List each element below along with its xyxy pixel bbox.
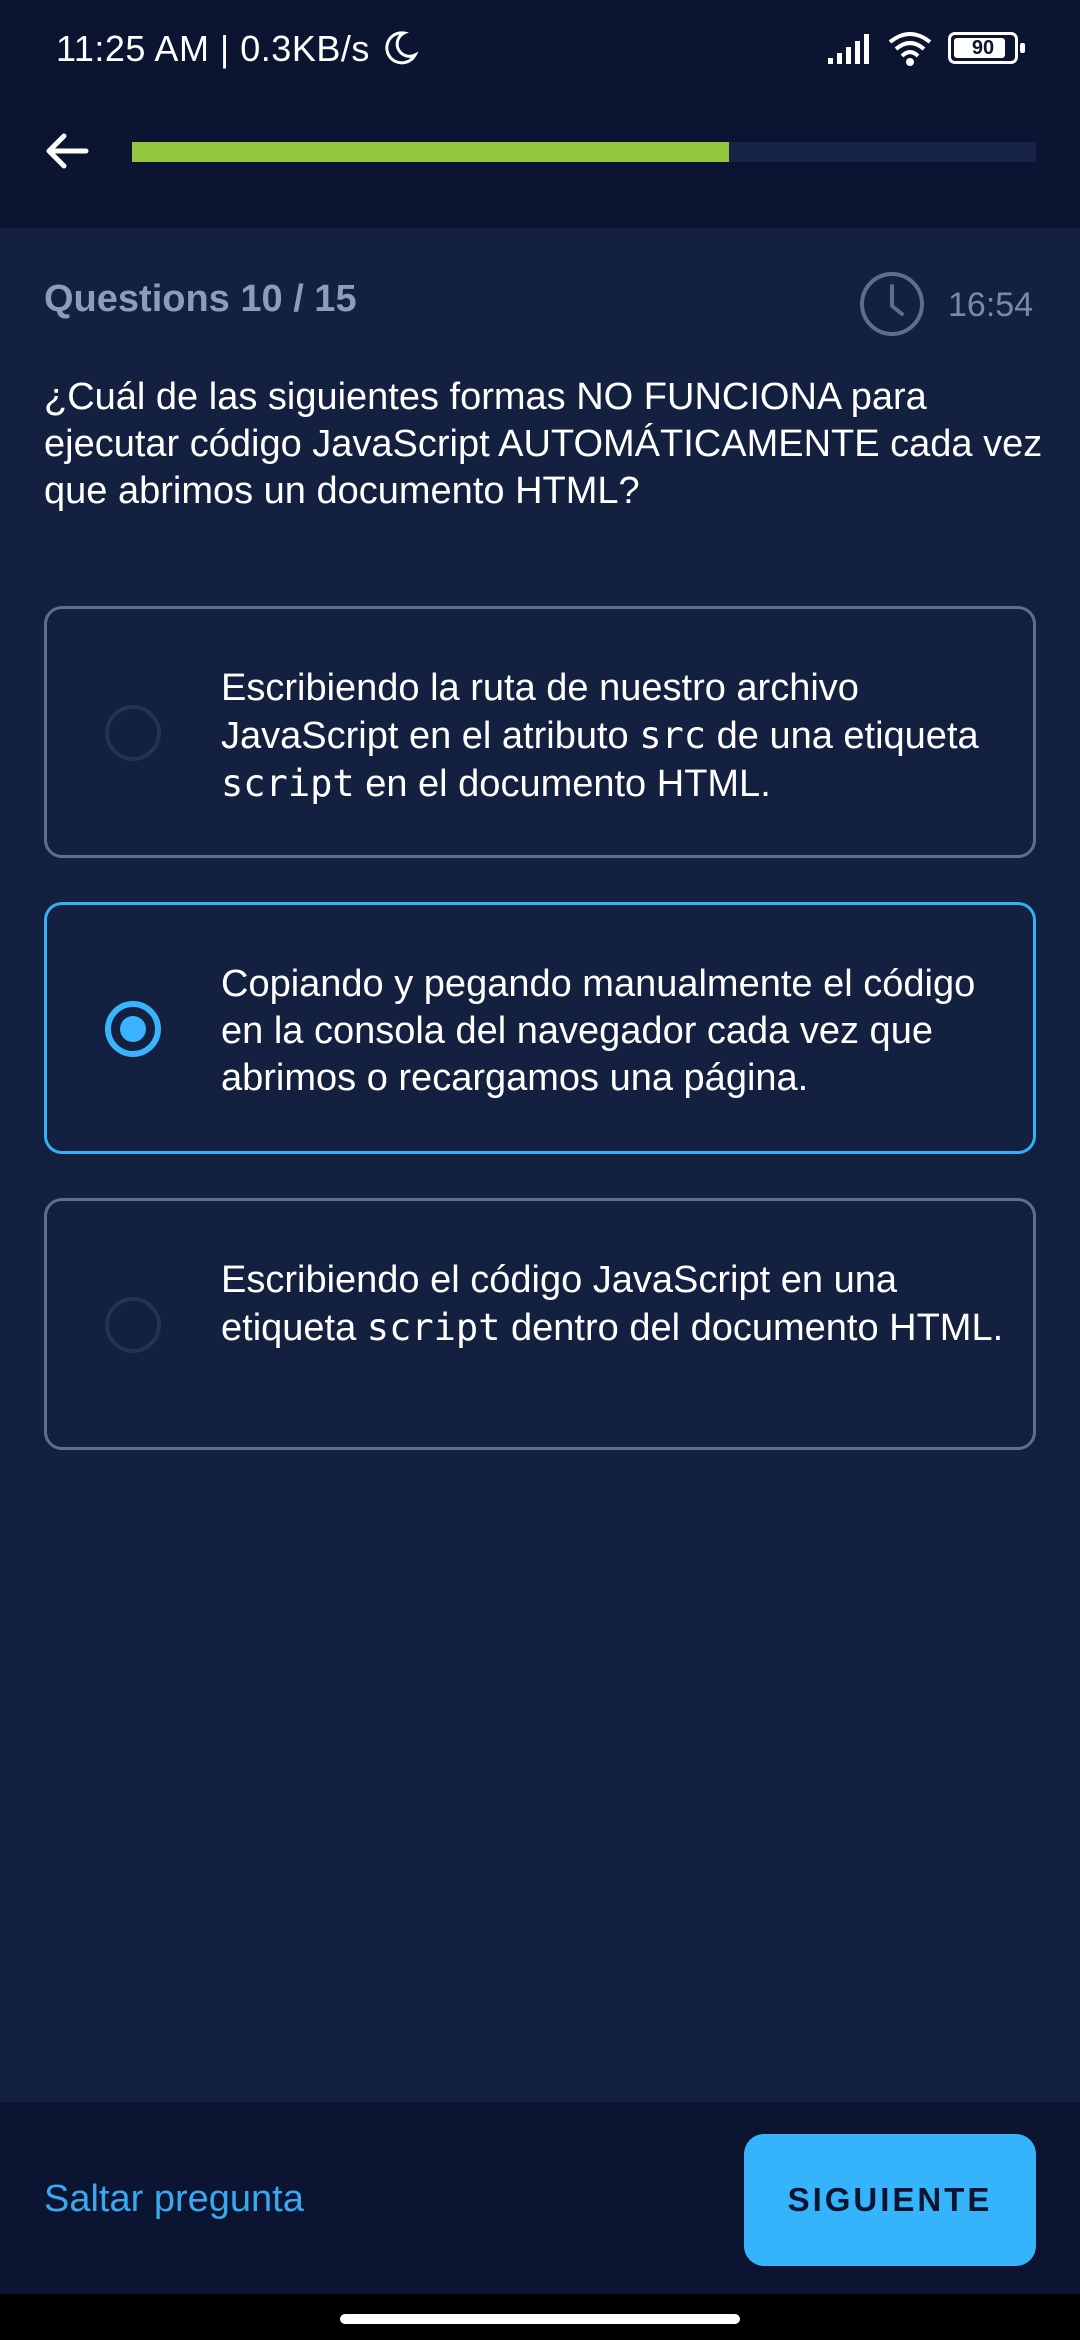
battery-icon: 90 [948,32,1025,64]
code-snippet: script [366,1306,501,1349]
answer-option-3[interactable]: Escribiendo el código JavaScript en una … [44,1198,1036,1450]
radio-button[interactable] [105,1001,161,1057]
next-button[interactable]: SIGUIENTE [744,2134,1036,2266]
signal-icon [828,34,869,64]
answer-text: Copiando y pegando manualmente el código… [221,961,1021,1102]
clock-icon [860,272,924,336]
home-indicator[interactable] [340,2314,740,2324]
back-button[interactable] [36,120,98,182]
answer-option-2[interactable]: Copiando y pegando manualmente el código… [44,902,1036,1154]
answer-text: Escribiendo el código JavaScript en una … [221,1257,1021,1352]
battery-percent: 90 [971,36,995,59]
wifi-icon [888,32,932,66]
status-bar: 11:25 AM | 0.3KB/s 90 [0,0,1080,100]
navigation-bar [0,2294,1080,2340]
moon-icon [385,31,419,65]
top-header: 11:25 AM | 0.3KB/s 90 [0,0,1080,228]
bottom-action-bar: Saltar pregunta SIGUIENTE [0,2102,1080,2294]
radio-button[interactable] [105,705,161,761]
quiz-progress-fill [132,142,729,162]
answer-text-part: dentro del documento HTML. [500,1307,1004,1349]
status-time: 11:25 AM | 0.3KB/s [56,28,370,69]
answer-option-1[interactable]: Escribiendo la ruta de nuestro archivo J… [44,606,1036,858]
timer: 16:54 [948,286,1034,324]
answer-text: Escribiendo la ruta de nuestro archivo J… [221,665,1021,808]
answer-text-part: Copiando y pegando manualmente el código… [221,963,976,1099]
answer-text-part: de una etiqueta [706,715,979,757]
skip-question-link[interactable]: Saltar pregunta [44,2178,304,2221]
question-counter: Questions 10 / 15 [44,278,357,320]
question-text: ¿Cuál de las siguientes formas NO FUNCIO… [44,376,1043,512]
answer-text-part: en el documento HTML. [354,763,771,805]
code-snippet: src [639,714,707,757]
radio-button[interactable] [105,1297,161,1353]
code-snippet: script [221,762,355,805]
quiz-progress-bar [132,142,1036,162]
arrow-left-icon [46,133,89,169]
